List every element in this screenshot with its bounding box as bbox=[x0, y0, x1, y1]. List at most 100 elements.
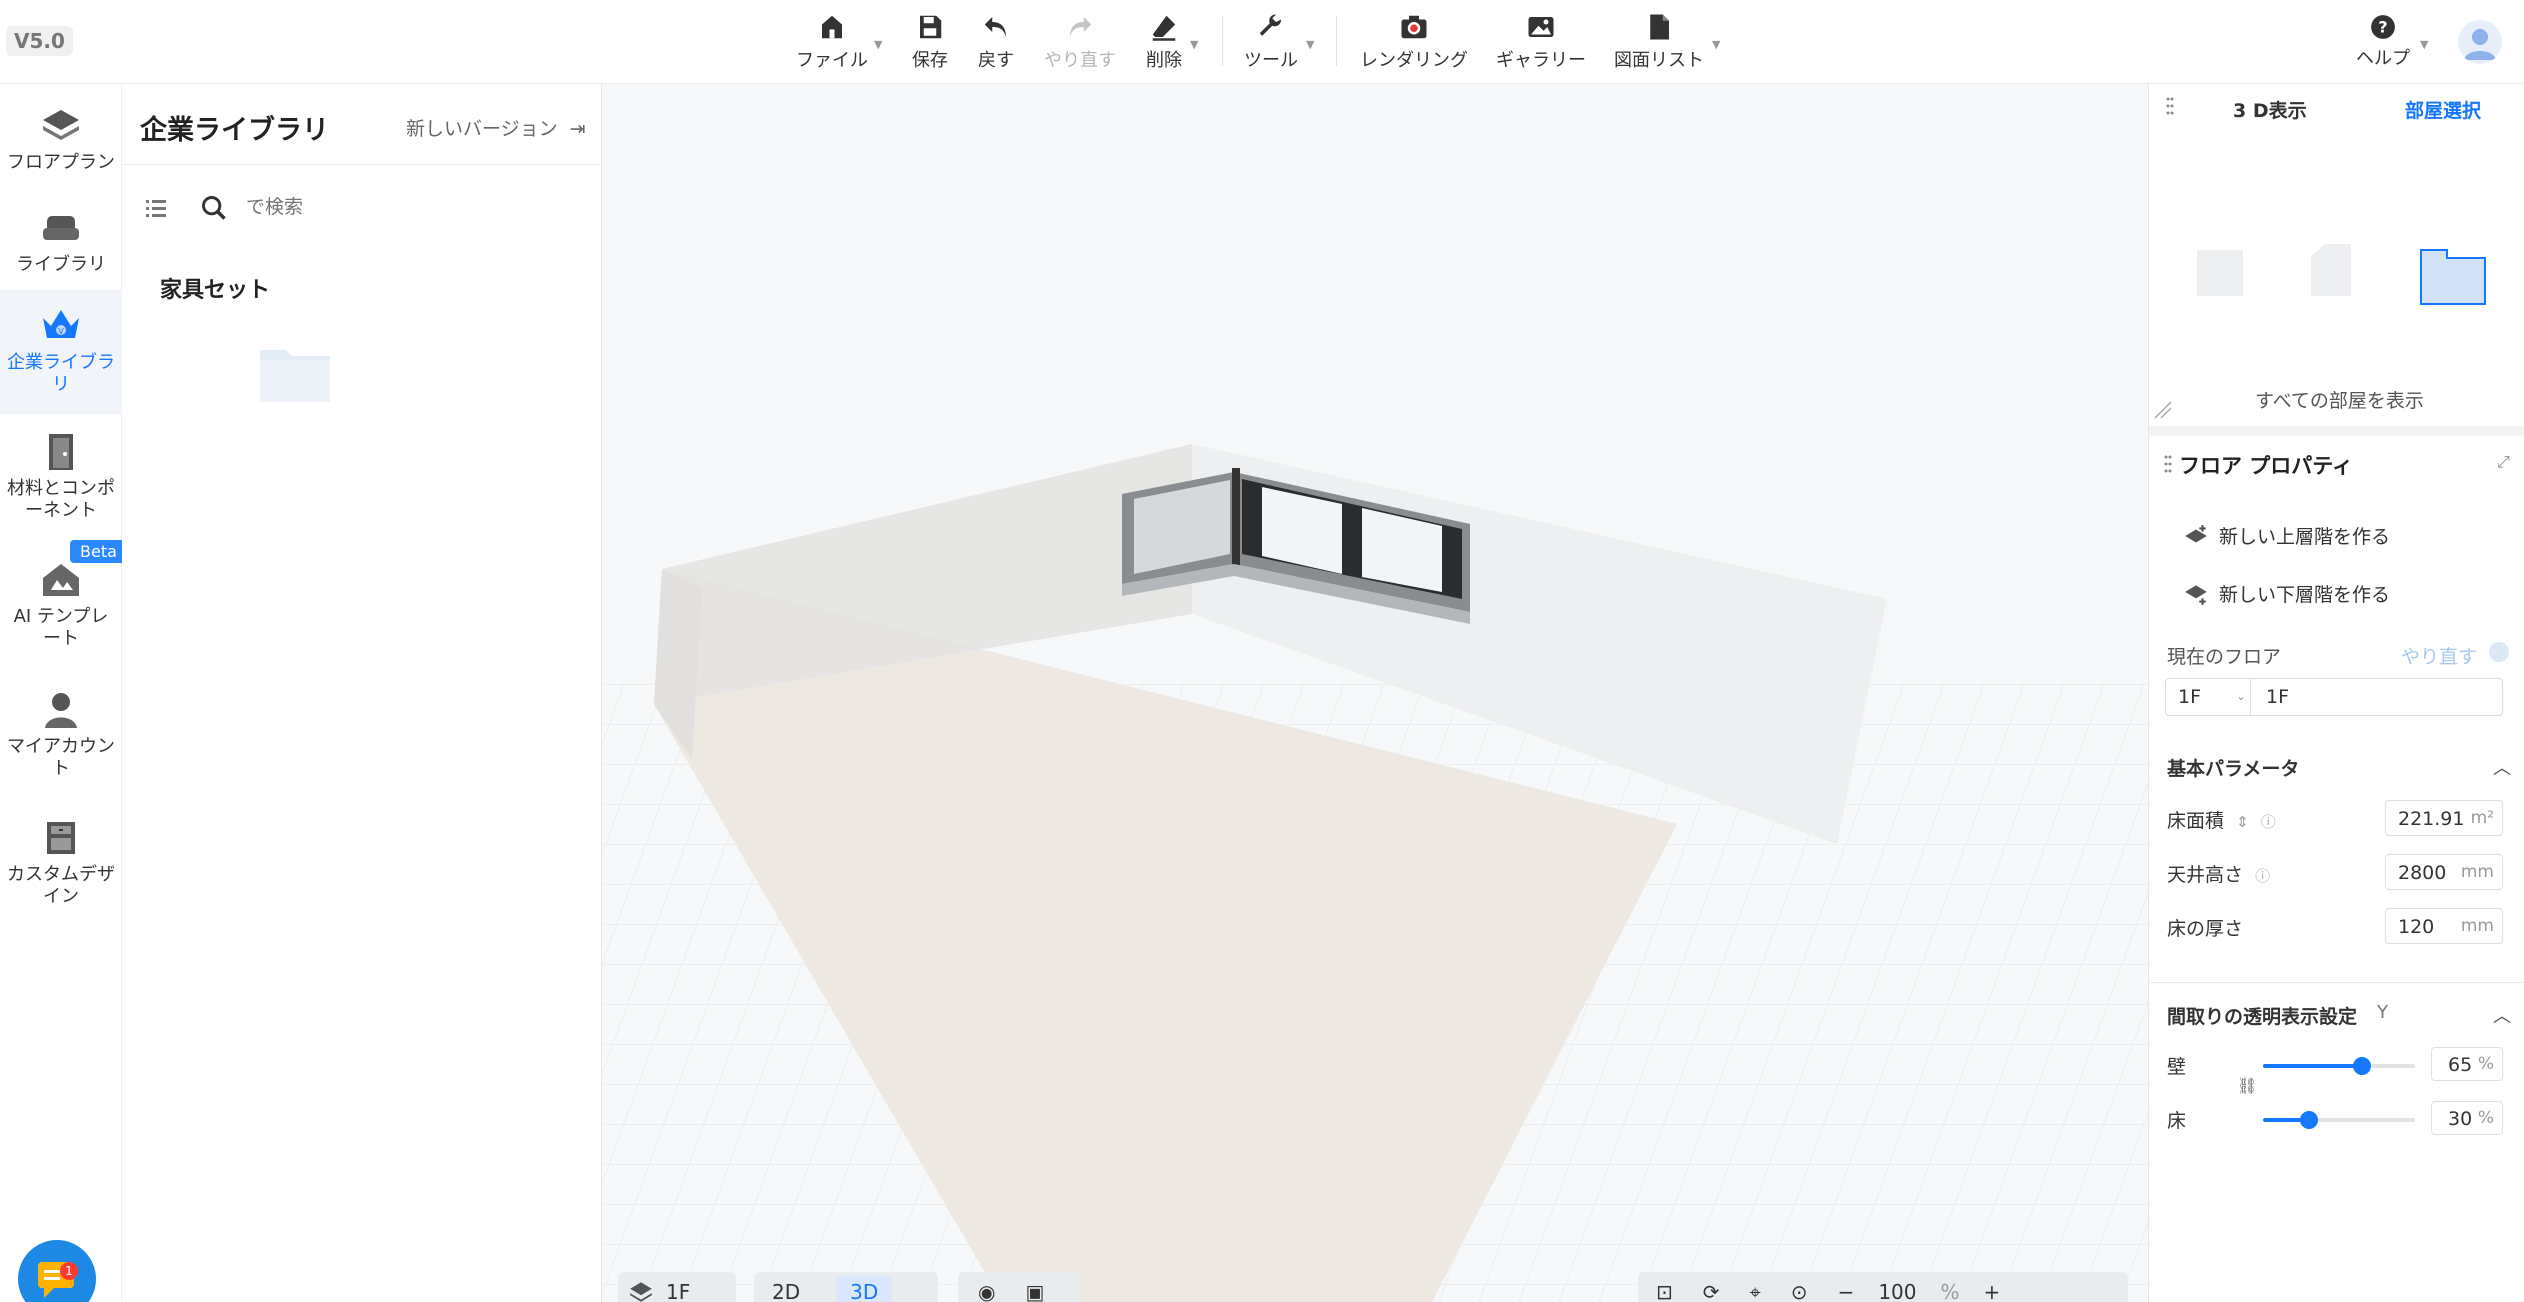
new-upper-floor-label: 新しい上層階を作る bbox=[2219, 526, 2391, 548]
rendering-button[interactable]: レンダリング bbox=[1360, 12, 1468, 74]
tools-button[interactable]: ツール bbox=[1244, 12, 1298, 74]
floor-area-field[interactable]: 221.91 m² bbox=[2385, 800, 2503, 836]
floor-redo-link[interactable]: やり直す bbox=[2401, 642, 2477, 669]
save-icon bbox=[920, 15, 942, 39]
tab-room-select[interactable]: 部屋選択 bbox=[2405, 96, 2481, 123]
expand-icon[interactable]: ⤢ bbox=[2497, 452, 2510, 472]
floor-thickness-field[interactable]: 120 mm bbox=[2385, 908, 2503, 944]
search-icon[interactable] bbox=[200, 194, 228, 222]
ai-template-icon bbox=[43, 564, 79, 596]
floor-opacity-unit: % bbox=[2477, 1108, 2494, 1128]
file-menu-button[interactable]: ファイル bbox=[796, 12, 868, 74]
room-shape-1-icon[interactable] bbox=[2193, 244, 2249, 298]
transparency-shortcut: Y bbox=[2377, 1002, 2388, 1023]
3d-scene[interactable] bbox=[602, 84, 2148, 1302]
tab-3d-view[interactable]: 3 D表示 bbox=[2233, 96, 2307, 123]
zoom-in-icon[interactable]: + bbox=[1984, 1280, 2001, 1302]
eye-icon[interactable]: ◉ bbox=[978, 1280, 995, 1302]
new-upper-floor-button[interactable]: 新しい上層階を作る bbox=[2183, 522, 2390, 549]
focus-icon[interactable]: ⌖ bbox=[1750, 1280, 1761, 1302]
floor-opacity-field[interactable]: 30 % bbox=[2431, 1101, 2503, 1135]
cube-icon[interactable]: ▣ bbox=[1025, 1280, 1044, 1302]
save-label: 保存 bbox=[912, 50, 948, 71]
delete-button[interactable]: 削除 bbox=[1146, 12, 1182, 74]
collapse-icon[interactable]: ︿ bbox=[2493, 754, 2511, 780]
resize-handle-icon[interactable] bbox=[2153, 400, 2173, 420]
nav-ai-template[interactable]: AI テンプレート bbox=[0, 558, 122, 650]
fit-icon[interactable]: ⊡ bbox=[1656, 1280, 1673, 1302]
floor-code-select[interactable]: 1F bbox=[2178, 686, 2201, 708]
3d-viewport[interactable]: 1F 2D 3D ◉ ▣ ⊡ ⟳ ⌖ ⊙ − 100 % + bbox=[602, 84, 2148, 1302]
wall-opacity-field[interactable]: 65 % bbox=[2431, 1047, 2503, 1081]
show-all-rooms-button[interactable]: すべての部屋を表示 bbox=[2255, 386, 2424, 413]
help-icon: ? bbox=[2371, 15, 2395, 39]
wall-slider-knob[interactable] bbox=[2352, 1057, 2371, 1075]
nav-my-account[interactable]: マイアカウント bbox=[0, 688, 122, 780]
floor-area-row: 床面積 ⇕ ⓘ bbox=[2167, 806, 2276, 833]
nav-materials[interactable]: 材料とコンポーネント bbox=[0, 430, 122, 522]
room-shape-2-icon[interactable] bbox=[2307, 242, 2357, 298]
redo-button[interactable]: やり直す bbox=[1044, 12, 1116, 74]
tools-caret-icon[interactable]: ▼ bbox=[1306, 38, 1314, 51]
wall-label: 壁 bbox=[2167, 1056, 2187, 1078]
new-lower-floor-button[interactable]: 新しい下層階を作る bbox=[2183, 580, 2390, 607]
ceiling-height-field[interactable]: 2800 mm bbox=[2385, 854, 2503, 890]
rotate-icon[interactable]: ⟳ bbox=[1703, 1280, 1720, 1302]
drag-handle-icon[interactable] bbox=[2163, 454, 2173, 474]
svg-text:V: V bbox=[58, 327, 64, 336]
exit-icon: ⇥ bbox=[569, 118, 586, 140]
drawing-list-button[interactable]: 図面リスト bbox=[1614, 12, 1704, 74]
help-caret-icon[interactable]: ▼ bbox=[2420, 38, 2428, 51]
new-version-link[interactable]: 新しいバージョン ⇥ bbox=[406, 114, 586, 141]
chat-button[interactable] bbox=[18, 1240, 96, 1302]
drag-handle-icon[interactable] bbox=[2165, 96, 2175, 116]
nav-custom-design-label: カスタムデザイン bbox=[7, 864, 115, 907]
floor-opacity-slider[interactable] bbox=[2263, 1111, 2415, 1129]
user-avatar[interactable] bbox=[2458, 20, 2502, 64]
toolbar-divider bbox=[1336, 16, 1337, 66]
list-icon[interactable] bbox=[144, 196, 168, 220]
chevron-down-icon[interactable]: ⌄ bbox=[2236, 689, 2246, 703]
delete-caret-icon[interactable]: ▼ bbox=[1190, 38, 1198, 51]
floor-dropdown[interactable]: 1F bbox=[618, 1272, 736, 1302]
image-icon bbox=[1528, 17, 1554, 37]
crown-icon: V bbox=[43, 310, 79, 338]
drawing-list-caret-icon[interactable]: ▼ bbox=[1712, 38, 1720, 51]
help-button[interactable]: ? ヘルプ bbox=[2356, 14, 2410, 70]
view-3d-button[interactable]: 3D bbox=[836, 1276, 893, 1302]
zoom-search-icon[interactable]: ⊙ bbox=[1791, 1280, 1808, 1302]
nav-my-account-label: マイアカウント bbox=[7, 736, 115, 779]
app-window: V5.0 ファイル ▼ 保存 戻す やり直す 削除 ▼ ツール ▼ レンダリング… bbox=[0, 0, 2524, 1302]
collapse-icon[interactable]: ︿ bbox=[2493, 1002, 2511, 1028]
undo-label: 戻す bbox=[978, 50, 1014, 71]
nav-custom-design[interactable]: カスタムデザイン bbox=[0, 816, 122, 908]
nav-library[interactable]: ライブラリ bbox=[0, 206, 122, 276]
add-layer-down-icon bbox=[2185, 584, 2207, 605]
gallery-button[interactable]: ギャラリー bbox=[1496, 12, 1586, 74]
wall-opacity-value: 65 bbox=[2448, 1054, 2473, 1076]
floor-slider-knob[interactable] bbox=[2299, 1111, 2318, 1129]
save-button[interactable]: 保存 bbox=[912, 12, 948, 74]
nav-enterprise-library[interactable]: V 企業ライブラリ bbox=[0, 290, 122, 414]
redo-label: やり直す bbox=[1044, 50, 1116, 71]
nav-enterprise-library-label: 企業ライブラリ bbox=[7, 352, 115, 395]
folder-icon[interactable] bbox=[258, 340, 332, 404]
sort-icon[interactable]: ⇕ bbox=[2236, 813, 2249, 831]
top-toolbar: V5.0 ファイル ▼ 保存 戻す やり直す 削除 ▼ ツール ▼ レンダリング… bbox=[0, 0, 2524, 84]
undo-button[interactable]: 戻す bbox=[978, 12, 1014, 74]
nav-floorplan[interactable]: フロアプラン bbox=[0, 104, 122, 174]
library-search-input[interactable] bbox=[246, 192, 576, 224]
zoom-out-icon[interactable]: − bbox=[1838, 1280, 1855, 1302]
floor-name-input[interactable]: 1F bbox=[2266, 686, 2289, 708]
info-icon[interactable]: ⓘ bbox=[2261, 813, 2276, 831]
room-shape-3-icon[interactable] bbox=[2419, 248, 2489, 306]
sofa-icon bbox=[43, 216, 79, 240]
wall-opacity-slider[interactable] bbox=[2263, 1057, 2415, 1075]
view-2d-button[interactable]: 2D bbox=[772, 1280, 800, 1302]
camera-icon bbox=[1401, 15, 1427, 39]
delete-label: 削除 bbox=[1146, 50, 1182, 71]
info-icon[interactable]: ⓘ bbox=[2255, 867, 2270, 885]
file-caret-icon[interactable]: ▼ bbox=[874, 38, 882, 51]
link-icon[interactable]: ⛓ bbox=[2237, 1076, 2257, 1095]
zoom-value[interactable]: 100 bbox=[1878, 1280, 1916, 1302]
